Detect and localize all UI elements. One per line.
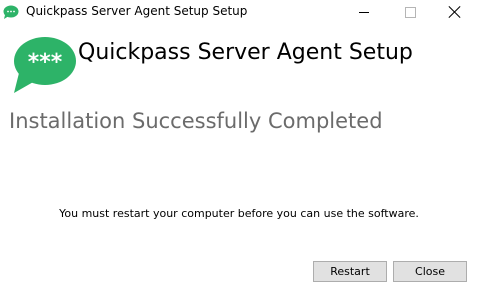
status-heading: Installation Successfully Completed — [9, 109, 383, 133]
maximize-button[interactable] — [387, 0, 433, 24]
restart-message: You must restart your computer before yo… — [59, 207, 419, 220]
title-bar[interactable]: Quickpass Server Agent Setup Setup — [0, 0, 478, 24]
maximize-icon — [404, 6, 416, 18]
product-title: Quickpass Server Agent Setup — [78, 40, 413, 65]
window-title: Quickpass Server Agent Setup Setup — [26, 4, 248, 18]
app-icon — [3, 5, 19, 19]
chat-bubble-asterisks-icon: *** — [14, 37, 76, 93]
logo-text: *** — [28, 50, 63, 75]
close-icon — [449, 6, 461, 18]
restart-button[interactable]: Restart — [313, 261, 387, 282]
close-button[interactable]: Close — [393, 261, 467, 282]
window-close-button[interactable] — [432, 0, 478, 24]
minimize-icon — [359, 11, 369, 13]
minimize-button[interactable] — [341, 0, 387, 24]
